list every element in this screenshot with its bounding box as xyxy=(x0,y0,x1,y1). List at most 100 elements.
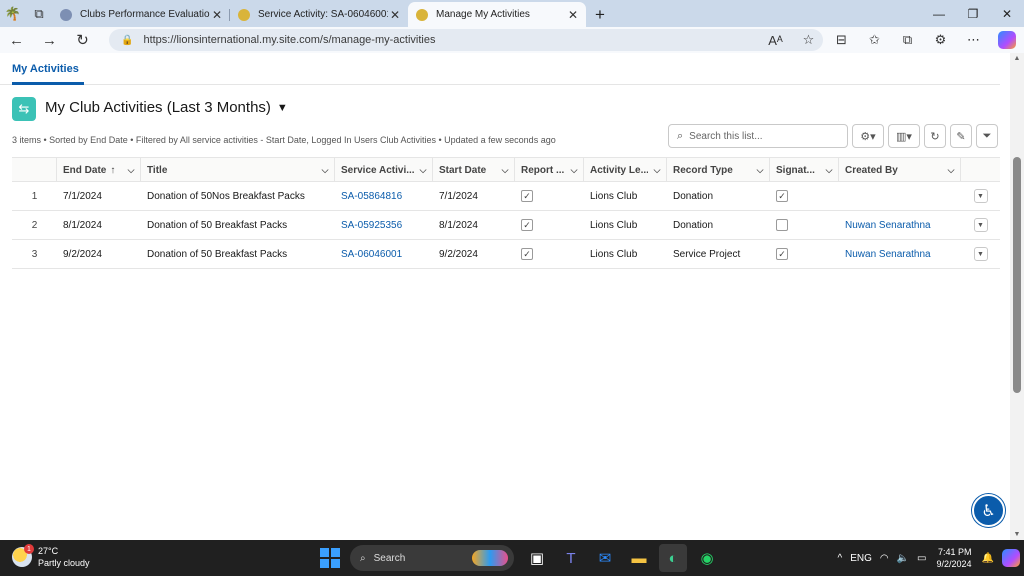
column-header-created-by[interactable]: Created By ⌵ xyxy=(839,158,961,182)
column-header-record-type[interactable]: Record Type ⌵ xyxy=(667,158,770,182)
mail-icon[interactable]: ✉ xyxy=(591,544,619,572)
lock-icon[interactable]: 🔒 xyxy=(121,35,133,46)
page-content: My Activities ⇆ My Club Activities (Last… xyxy=(0,53,1024,540)
cell-end-date: 8/1/2024 xyxy=(63,219,102,231)
list-meta: 3 items • Sorted by End Date • Filtered … xyxy=(12,135,556,145)
browser-tab-service-activity[interactable]: Service Activity: SA-06046001 ✕ xyxy=(230,2,408,27)
browser-tab-strip: 🌴 ⧉ Clubs Performance Evaluation Sys ✕ S… xyxy=(0,0,1024,27)
more-menu-icon[interactable]: ⋯ xyxy=(957,32,990,48)
display-as-button[interactable]: ▥▾ xyxy=(888,124,920,148)
column-header-end-date[interactable]: End Date ↑ ⌵ xyxy=(57,158,141,182)
caret-down-icon[interactable]: ▼ xyxy=(277,102,288,114)
column-header-signature[interactable]: Signat... ⌵ xyxy=(770,158,839,182)
read-aloud-icon[interactable]: Aᴬ xyxy=(759,33,792,48)
refresh-icon[interactable]: ↻ xyxy=(66,27,99,53)
chevron-up-icon[interactable]: ^ xyxy=(837,553,842,564)
split-screen-icon[interactable]: ⊟ xyxy=(825,32,858,48)
whatsapp-icon[interactable]: ◉ xyxy=(693,544,721,572)
gear-icon: ⚙▾ xyxy=(860,130,876,143)
minimize-icon[interactable]: — xyxy=(922,0,956,27)
window-controls: — ❐ ✕ xyxy=(922,0,1024,27)
browser-tab-manage-activities[interactable]: Manage My Activities ✕ xyxy=(408,2,586,27)
table-header: End Date ↑ ⌵ Title ⌵ Service Activi... ⌵ Sta… xyxy=(12,157,1000,182)
taskbar-search-label: Search xyxy=(373,552,406,564)
report-checkbox: ✓ xyxy=(521,219,533,231)
filter-button[interactable]: ⏷ xyxy=(976,124,998,148)
sort-ascending-icon: ↑ xyxy=(110,164,116,176)
refresh-list-button[interactable]: ↻ xyxy=(924,124,946,148)
column-header-report[interactable]: Report ... ⌵ xyxy=(515,158,584,182)
back-icon[interactable]: ← xyxy=(0,27,33,53)
scroll-up-icon[interactable]: ▲ xyxy=(1010,55,1024,62)
teams-icon[interactable]: T xyxy=(557,544,585,572)
chevron-down-icon[interactable]: ⌵ xyxy=(648,165,666,176)
tab-title: Manage My Activities xyxy=(436,9,530,20)
service-activity-link[interactable]: SA-05864816 xyxy=(341,191,402,202)
page-scrollbar[interactable]: ▲ ▼ xyxy=(1010,53,1024,540)
column-header-service-activity[interactable]: Service Activi... ⌵ xyxy=(335,158,433,182)
restore-icon[interactable]: ❐ xyxy=(956,0,990,27)
copilot-icon[interactable] xyxy=(998,31,1016,49)
column-header-title[interactable]: Title ⌵ xyxy=(141,158,335,182)
address-bar[interactable]: 🔒 https://lionsinternational.my.site.com… xyxy=(109,29,823,51)
workspaces-icon[interactable]: ⧉ xyxy=(26,0,52,27)
close-window-icon[interactable]: ✕ xyxy=(990,0,1024,27)
browser-tab-clubs[interactable]: Clubs Performance Evaluation Sys ✕ xyxy=(52,2,230,27)
chevron-down-icon[interactable]: ⌵ xyxy=(414,165,432,176)
weather-badge: 1 xyxy=(24,544,34,554)
new-tab-button[interactable]: + xyxy=(586,2,614,27)
profile-icon[interactable]: 🌴 xyxy=(0,0,26,27)
taskbar-search[interactable]: ⌕ Search xyxy=(350,545,514,571)
service-activity-link[interactable]: SA-05925356 xyxy=(341,220,402,231)
activities-table: End Date ↑ ⌵ Title ⌵ Service Activi... ⌵ Sta… xyxy=(12,157,1000,269)
list-settings-button[interactable]: ⚙▾ xyxy=(852,124,884,148)
chevron-down-icon[interactable]: ⌵ xyxy=(316,165,334,176)
chevron-down-icon[interactable]: ⌵ xyxy=(751,165,769,176)
task-view-icon[interactable]: ▣ xyxy=(523,544,551,572)
close-tab-icon[interactable]: ✕ xyxy=(566,8,580,22)
created-by-link[interactable]: Nuwan Senarathna xyxy=(845,249,931,260)
weather-condition: Partly cloudy xyxy=(38,558,90,568)
table-icon: ▥▾ xyxy=(896,130,912,143)
service-activity-link[interactable]: SA-06046001 xyxy=(341,249,402,260)
forward-icon[interactable]: → xyxy=(33,27,66,53)
search-list-input[interactable]: ⌕ Search this list... xyxy=(668,124,848,148)
column-header-start-date[interactable]: Start Date ⌵ xyxy=(433,158,515,182)
chevron-down-icon[interactable]: ⌵ xyxy=(820,165,838,176)
favorite-star-icon[interactable]: ☆ xyxy=(792,32,825,48)
weather-widget[interactable]: 1 27°C Partly cloudy xyxy=(12,544,90,569)
edit-list-button[interactable]: ✎ xyxy=(950,124,972,148)
clock[interactable]: 7:41 PM 9/2/2024 xyxy=(937,546,972,570)
volume-icon[interactable]: 🔈 xyxy=(897,553,909,564)
accessibility-icon: ♿ xyxy=(981,502,996,520)
scrollbar-thumb[interactable] xyxy=(1013,157,1021,393)
row-actions-icon[interactable]: ▼ xyxy=(973,247,988,261)
start-button[interactable] xyxy=(320,548,340,568)
close-tab-icon[interactable]: ✕ xyxy=(210,8,224,22)
collections-icon[interactable]: ⧉ xyxy=(891,32,924,48)
edge-icon[interactable]: ◐ xyxy=(659,544,687,572)
battery-icon[interactable]: ▭ xyxy=(917,553,926,564)
extensions-icon[interactable]: ⚙ xyxy=(924,32,957,48)
notifications-icon[interactable]: 🔔 xyxy=(982,553,994,564)
file-explorer-icon[interactable]: ▬ xyxy=(625,544,653,572)
favorites-icon[interactable]: ✩ xyxy=(858,32,891,48)
nav-tab-my-activities[interactable]: My Activities xyxy=(12,63,79,75)
row-number-header xyxy=(12,158,57,182)
language-indicator[interactable]: ENG xyxy=(850,553,872,564)
wifi-icon[interactable]: ◠ xyxy=(880,553,889,564)
row-actions-icon[interactable]: ▼ xyxy=(973,189,988,203)
accessibility-button[interactable]: ♿ xyxy=(972,494,1005,527)
chevron-down-icon[interactable]: ⌵ xyxy=(942,165,960,176)
list-view-selector[interactable]: My Club Activities (Last 3 Months) ▼ xyxy=(45,99,288,116)
copilot-taskbar-icon[interactable] xyxy=(1002,549,1020,567)
cell-record-type: Donation xyxy=(673,219,714,231)
chevron-down-icon[interactable]: ⌵ xyxy=(122,165,140,176)
scroll-down-icon[interactable]: ▼ xyxy=(1010,531,1024,538)
row-actions-icon[interactable]: ▼ xyxy=(973,218,988,232)
chevron-down-icon[interactable]: ⌵ xyxy=(565,165,583,176)
close-tab-icon[interactable]: ✕ xyxy=(388,8,402,22)
created-by-link[interactable]: Nuwan Senarathna xyxy=(845,220,931,231)
column-header-activity-level[interactable]: Activity Le... ⌵ xyxy=(584,158,667,182)
chevron-down-icon[interactable]: ⌵ xyxy=(496,165,514,176)
